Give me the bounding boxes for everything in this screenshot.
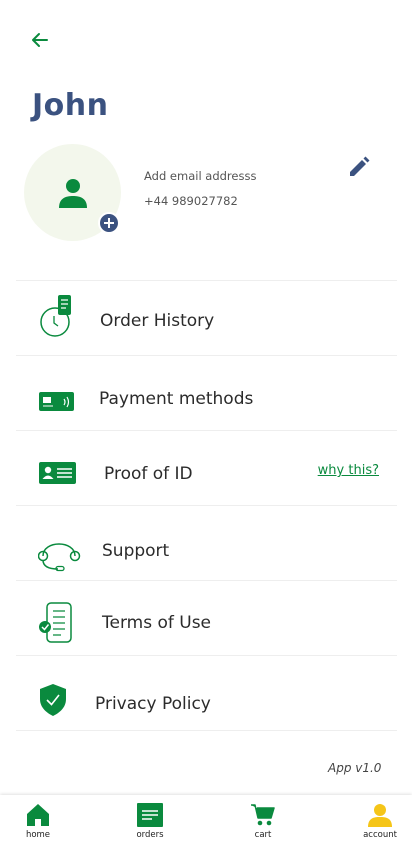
phone-number: +44 989027782 bbox=[144, 194, 238, 208]
menu-item-terms-of-use[interactable]: Terms of Use bbox=[16, 581, 397, 655]
menu-label: Support bbox=[102, 541, 170, 561]
nav-orders[interactable]: orders bbox=[120, 803, 180, 845]
menu-item-support[interactable]: Support bbox=[16, 506, 397, 580]
menu-item-privacy-policy[interactable]: Privacy Policy bbox=[16, 656, 397, 730]
menu-label: Order History bbox=[100, 311, 215, 331]
document-check-icon bbox=[39, 602, 72, 643]
edit-profile-button[interactable] bbox=[347, 155, 371, 179]
home-icon bbox=[27, 804, 49, 826]
menu-item-proof-of-id[interactable]: Proof of ID why this? bbox=[16, 431, 397, 505]
orders-icon bbox=[137, 803, 163, 827]
app-version: App v1.0 bbox=[328, 761, 382, 775]
add-email-link[interactable]: Add email addresss bbox=[144, 169, 256, 183]
person-icon bbox=[58, 178, 87, 208]
nav-label: orders bbox=[136, 830, 164, 840]
pencil-icon bbox=[350, 156, 370, 176]
plus-icon bbox=[104, 218, 114, 228]
nav-label: cart bbox=[254, 830, 272, 840]
divider bbox=[16, 730, 397, 731]
id-card-icon bbox=[39, 462, 76, 484]
shield-check-icon bbox=[40, 684, 66, 716]
headset-icon bbox=[38, 543, 81, 572]
nav-label: account bbox=[363, 830, 397, 840]
user-name: John bbox=[32, 88, 109, 123]
menu-item-payment-methods[interactable]: Payment methods bbox=[16, 356, 397, 430]
account-icon bbox=[368, 804, 392, 827]
menu-label: Proof of ID bbox=[104, 464, 193, 484]
clock-receipt-icon bbox=[40, 295, 71, 337]
avatar-container bbox=[24, 144, 121, 241]
nav-home[interactable]: home bbox=[8, 803, 68, 845]
payment-card-icon bbox=[39, 392, 74, 411]
nav-cart[interactable]: cart bbox=[233, 803, 293, 845]
bottom-navigation: home orders cart account bbox=[0, 795, 412, 847]
arrow-left-icon bbox=[32, 33, 48, 47]
menu-item-order-history[interactable]: Order History bbox=[16, 281, 397, 355]
nav-account[interactable]: account bbox=[350, 803, 410, 845]
menu-label: Privacy Policy bbox=[95, 694, 211, 714]
menu-label: Terms of Use bbox=[102, 613, 212, 633]
why-this-link[interactable]: why this? bbox=[318, 463, 379, 478]
add-photo-button[interactable] bbox=[98, 212, 120, 234]
nav-label: home bbox=[25, 830, 51, 840]
menu-label: Payment methods bbox=[99, 389, 254, 409]
cart-icon bbox=[251, 804, 275, 826]
back-button[interactable] bbox=[27, 28, 53, 52]
